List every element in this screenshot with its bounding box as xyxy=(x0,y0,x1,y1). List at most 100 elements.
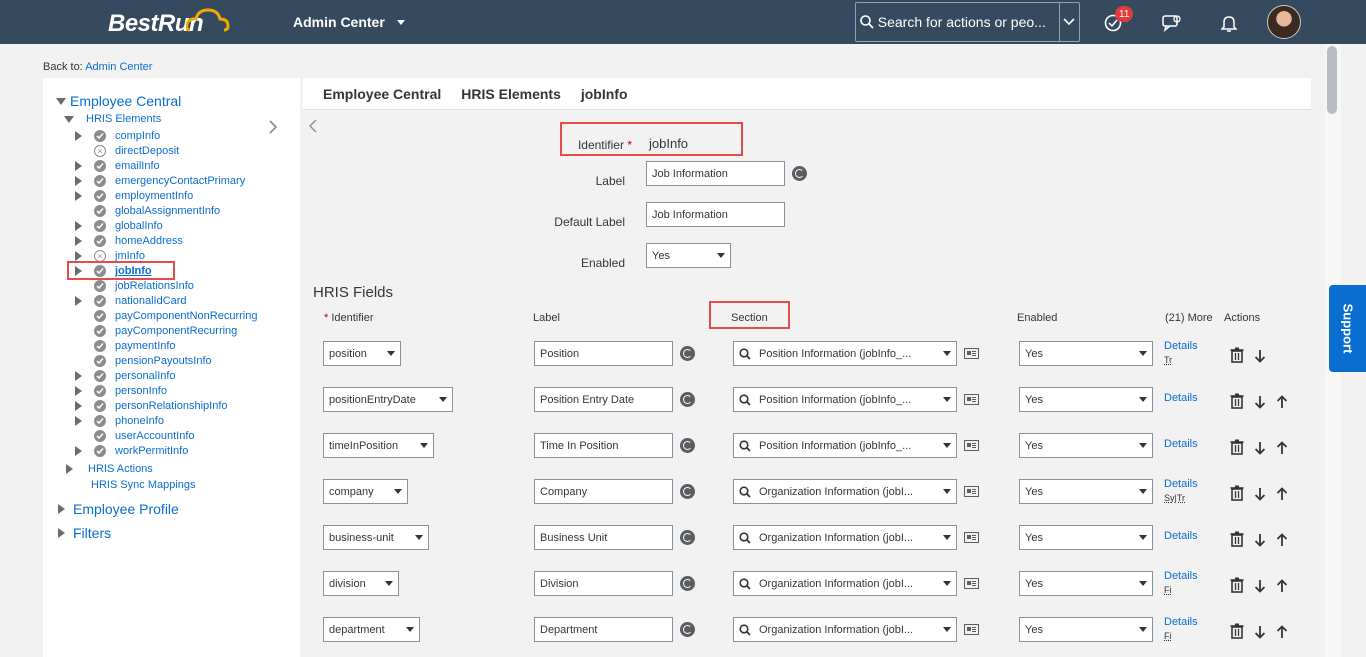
field-identifier-select[interactable]: business-unit xyxy=(323,525,429,550)
field-enabled-select[interactable]: Yes xyxy=(1019,479,1153,504)
expand-triangle-icon[interactable] xyxy=(75,401,82,411)
tree-node-employee-profile[interactable]: Employee Profile xyxy=(58,501,179,517)
tree-item[interactable]: employmentInfo xyxy=(75,190,193,202)
label-input[interactable]: Job Information xyxy=(646,161,785,186)
field-enabled-select[interactable]: Yes xyxy=(1019,617,1153,642)
back-to-admin-center-link[interactable]: Admin Center xyxy=(85,61,152,73)
avatar[interactable] xyxy=(1267,5,1301,39)
field-section-select[interactable]: Organization Information (jobI... xyxy=(733,525,957,550)
field-enabled-select[interactable]: Yes xyxy=(1019,387,1153,412)
field-section-select[interactable]: Position Information (jobInfo_... xyxy=(733,341,957,366)
expand-triangle-icon[interactable] xyxy=(58,528,65,538)
tree-item[interactable]: globalInfo xyxy=(75,220,163,232)
value-help-card-icon[interactable] xyxy=(964,624,979,635)
value-help-card-icon[interactable] xyxy=(964,532,979,543)
details-link[interactable]: Details xyxy=(1164,616,1198,628)
chevron-left-icon[interactable] xyxy=(309,119,317,133)
expand-triangle-icon[interactable] xyxy=(75,296,82,306)
tree-item[interactable]: jobRelationsInfo xyxy=(75,280,194,292)
arrow-down-icon[interactable] xyxy=(1254,395,1266,409)
field-identifier-select[interactable]: department xyxy=(323,617,420,642)
tree-item[interactable]: emergencyContactPrimary xyxy=(75,175,245,187)
translate-globe-icon[interactable] xyxy=(680,484,695,499)
trash-icon[interactable] xyxy=(1230,623,1244,639)
chevron-right-icon[interactable] xyxy=(268,120,278,134)
tree-item[interactable]: homeAddress xyxy=(75,235,183,247)
tree-item[interactable]: phoneInfo xyxy=(75,415,164,427)
field-section-select[interactable]: Organization Information (jobI... xyxy=(733,617,957,642)
expand-triangle-icon[interactable] xyxy=(75,161,82,171)
field-section-select[interactable]: Organization Information (jobI... xyxy=(733,571,957,596)
expand-triangle-icon[interactable] xyxy=(58,504,65,514)
collapse-triangle-icon[interactable] xyxy=(64,115,74,123)
translate-globe-icon[interactable] xyxy=(680,622,695,637)
field-label-input[interactable]: Business Unit xyxy=(534,525,673,550)
expand-triangle-icon[interactable] xyxy=(75,446,82,456)
field-identifier-select[interactable]: company xyxy=(323,479,408,504)
expand-triangle-icon[interactable] xyxy=(75,371,82,381)
search-dropdown-button[interactable] xyxy=(1058,3,1079,41)
expand-triangle-icon[interactable] xyxy=(75,236,82,246)
enabled-select[interactable]: Yes xyxy=(646,243,731,268)
trash-icon[interactable] xyxy=(1230,485,1244,501)
tree-node-hris-elements[interactable]: HRIS Elements xyxy=(64,113,161,125)
arrow-down-icon[interactable] xyxy=(1254,441,1266,455)
support-button[interactable]: Support xyxy=(1329,285,1366,372)
tree-item[interactable]: globalAssignmentInfo xyxy=(75,205,220,217)
tree-item[interactable]: compInfo xyxy=(75,130,160,142)
tree-node-employee-central[interactable]: Employee Central xyxy=(56,93,181,109)
arrow-down-icon[interactable] xyxy=(1254,579,1266,593)
tree-item[interactable]: pensionPayoutsInfo xyxy=(75,355,212,367)
field-label-input[interactable]: Time In Position xyxy=(534,433,673,458)
value-help-card-icon[interactable] xyxy=(964,440,979,451)
tree-node-filters[interactable]: Filters xyxy=(58,525,111,541)
field-identifier-select[interactable]: division xyxy=(323,571,399,596)
translate-globe-icon[interactable] xyxy=(792,166,807,181)
details-link[interactable]: Details xyxy=(1164,392,1198,404)
arrow-down-icon[interactable] xyxy=(1254,625,1266,639)
details-link[interactable]: Details xyxy=(1164,438,1198,450)
field-identifier-select[interactable]: positionEntryDate xyxy=(323,387,453,412)
arrow-up-icon[interactable] xyxy=(1276,533,1288,547)
expand-triangle-icon[interactable] xyxy=(75,416,82,426)
translate-globe-icon[interactable] xyxy=(680,438,695,453)
value-help-card-icon[interactable] xyxy=(964,394,979,405)
details-link[interactable]: Details xyxy=(1164,340,1198,352)
field-identifier-select[interactable]: timeInPosition xyxy=(323,433,434,458)
breadcrumb-item[interactable]: HRIS Elements xyxy=(461,86,561,102)
trash-icon[interactable] xyxy=(1230,393,1244,409)
field-section-select[interactable]: Position Information (jobInfo_... xyxy=(733,387,957,412)
bell-icon[interactable] xyxy=(1218,12,1240,34)
expand-triangle-icon[interactable] xyxy=(75,191,82,201)
translate-globe-icon[interactable] xyxy=(680,576,695,591)
trash-icon[interactable] xyxy=(1230,347,1244,363)
field-enabled-select[interactable]: Yes xyxy=(1019,571,1153,596)
expand-triangle-icon[interactable] xyxy=(75,266,82,276)
breadcrumb-item[interactable]: Employee Central xyxy=(323,86,441,102)
field-enabled-select[interactable]: Yes xyxy=(1019,341,1153,366)
collapse-triangle-icon[interactable] xyxy=(56,97,66,105)
feedback-icon[interactable] xyxy=(1161,12,1183,34)
tree-item[interactable]: payComponentNonRecurring xyxy=(75,310,257,322)
details-link[interactable]: Details xyxy=(1164,570,1198,582)
value-help-card-icon[interactable] xyxy=(964,486,979,497)
arrow-up-icon[interactable] xyxy=(1276,395,1288,409)
field-label-input[interactable]: Department xyxy=(534,617,673,642)
field-section-select[interactable]: Position Information (jobInfo_... xyxy=(733,433,957,458)
trash-icon[interactable] xyxy=(1230,439,1244,455)
trash-icon[interactable] xyxy=(1230,577,1244,593)
arrow-up-icon[interactable] xyxy=(1276,441,1288,455)
value-help-card-icon[interactable] xyxy=(964,348,979,359)
tree-item[interactable]: nationalIdCard xyxy=(75,295,187,307)
column-header-more[interactable]: (21) More xyxy=(1165,312,1213,324)
tree-item[interactable]: paymentInfo xyxy=(75,340,176,352)
arrow-down-icon[interactable] xyxy=(1254,349,1266,363)
scrollbar-thumb[interactable] xyxy=(1327,46,1337,114)
value-help-card-icon[interactable] xyxy=(964,578,979,589)
field-section-select[interactable]: Organization Information (jobI... xyxy=(733,479,957,504)
expand-triangle-icon[interactable] xyxy=(75,386,82,396)
details-link[interactable]: Details xyxy=(1164,530,1198,542)
trash-icon[interactable] xyxy=(1230,531,1244,547)
tree-item[interactable]: userAccountInfo xyxy=(75,430,195,442)
default-label-input[interactable]: Job Information xyxy=(646,202,785,227)
